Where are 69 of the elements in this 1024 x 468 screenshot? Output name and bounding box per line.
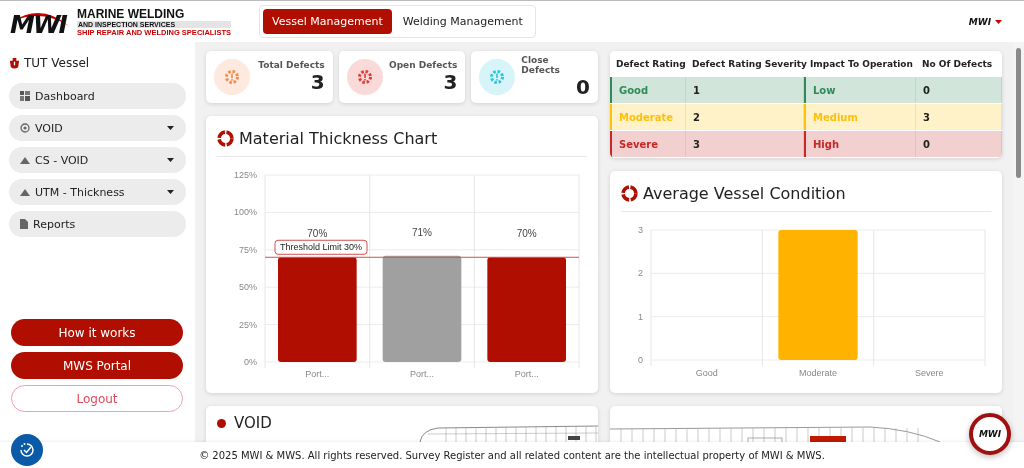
sidebar-item[interactable]: Dashboard [9, 83, 186, 109]
account-logo[interactable]: MWI [968, 16, 991, 27]
bar-value-label: 70% [307, 228, 328, 240]
axis-tick-label: 50% [239, 282, 257, 293]
mound-icon [20, 188, 30, 196]
sidebar-button[interactable]: MWS Portal [11, 352, 183, 379]
table-cell: 2 [686, 104, 804, 130]
table-cell: 3 [916, 104, 1002, 130]
table-cell: 0 [916, 131, 1002, 157]
axis-tick-label: 75% [239, 244, 257, 255]
ref-line-label: Threshold Limit 30% [279, 242, 363, 253]
footer-text: © 2025 MWI & MWS. All rights reserved. Survey Register and all related content are the intellectual property of MWI & MWS. [199, 449, 825, 461]
table-cell: 0 [916, 77, 1002, 103]
card-title: Average Vessel Condition [643, 183, 846, 203]
caret-icon [167, 190, 174, 194]
axis-tick-label: 0% [244, 357, 257, 367]
accessibility-button[interactable] [11, 434, 43, 466]
card-title: VOID [234, 414, 272, 432]
sidebar-button[interactable]: How it works [11, 319, 183, 346]
sidebar-button[interactable]: Logout [11, 385, 183, 412]
bar-value-label: 70% [516, 228, 537, 240]
stat-value: 3 [310, 70, 325, 94]
grid-icon [20, 91, 30, 101]
stat-label: Total Defects [258, 60, 325, 70]
impact-cell: High [804, 131, 916, 157]
rating-cell: Severe [610, 131, 686, 157]
sidebar-item[interactable]: UTM - Thickness [9, 179, 186, 205]
stat-value: 0 [576, 75, 590, 99]
card-title: Material Thickness Chart [239, 128, 438, 148]
caret-icon [167, 126, 174, 130]
caret-icon[interactable] [995, 19, 1002, 24]
column-header: No Of Defects [921, 57, 994, 71]
document-icon [20, 219, 28, 229]
axis-category-label: Port... [305, 369, 330, 379]
bullet-icon [217, 418, 226, 428]
caret-icon [167, 158, 174, 162]
axis-category-label: Good [695, 368, 718, 378]
table-cell: 3 [686, 131, 804, 157]
axis-category-label: Moderate [799, 368, 837, 378]
logo-name: MARINE WELDING [77, 6, 186, 21]
sidebar-item[interactable]: CS - VOID [9, 147, 186, 173]
nav-tab[interactable]: Vessel Management [263, 9, 392, 34]
target-icon [20, 123, 30, 133]
stat-label: Open Defects [389, 60, 458, 70]
stat-value: 3 [443, 70, 458, 94]
sidebar-item[interactable]: VOID [9, 115, 186, 141]
bar-value-label: 71% [412, 226, 432, 238]
accessibility-check-icon [18, 441, 36, 459]
axis-category-label: Severe [915, 368, 944, 378]
axis-tick-label: 1 [638, 311, 643, 322]
axis-category-label: Port... [514, 369, 539, 379]
axis-category-label: Port... [410, 369, 434, 379]
vessel-name: TUT Vessel [24, 56, 90, 70]
stat-label: Close Defects [521, 55, 561, 75]
sidebar-item[interactable]: Reports [9, 211, 186, 237]
axis-tick-label: 25% [239, 319, 257, 330]
axis-tick-label: 2 [638, 268, 643, 279]
chart-logo-icon [621, 184, 638, 202]
axis-tick-label: 100% [233, 207, 257, 218]
axis-tick-label: 3 [638, 225, 643, 235]
axis-tick-label: 0 [638, 355, 643, 365]
mound-icon [20, 156, 30, 164]
table-cell: 1 [686, 77, 804, 103]
logo-mark: MWI [10, 6, 74, 37]
axis-tick-label: 125% [233, 170, 257, 180]
threshold-label: Threshold Limit 30% [274, 239, 368, 255]
ship-icon [9, 57, 20, 69]
chart-logo-icon [217, 129, 234, 147]
column-header: Defect Rating [615, 57, 686, 71]
